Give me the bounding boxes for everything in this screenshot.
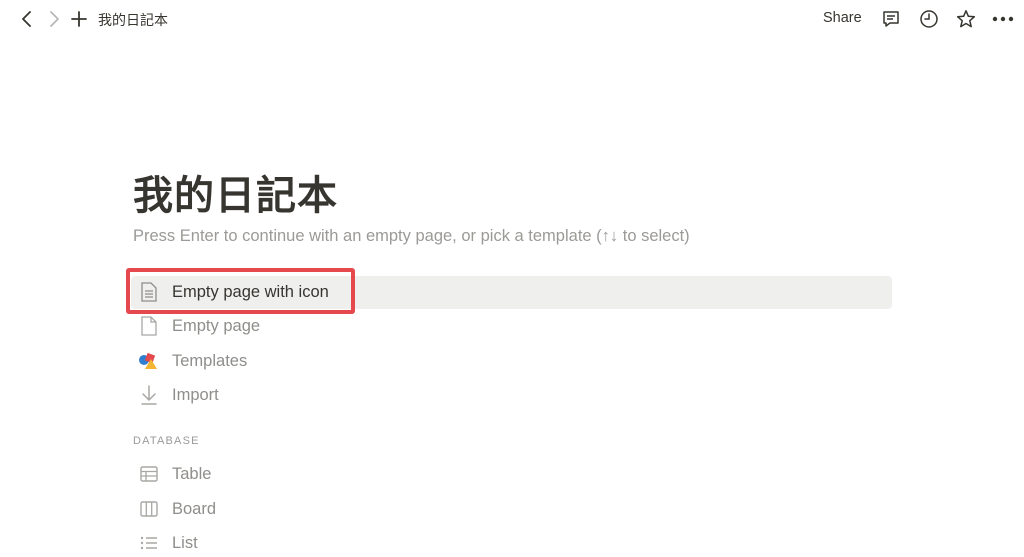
plus-icon[interactable] — [68, 8, 90, 30]
board-icon — [138, 498, 160, 520]
option-board[interactable]: Board — [138, 495, 216, 523]
breadcrumb-page-title[interactable]: 我的日記本 — [98, 10, 168, 30]
page-with-icon-icon — [138, 281, 160, 303]
import-icon — [138, 384, 160, 406]
page-title[interactable]: 我的日記本 — [133, 163, 338, 221]
option-label: Board — [172, 499, 217, 518]
option-import[interactable]: Import — [138, 381, 219, 409]
option-label: List — [172, 533, 198, 552]
option-templates[interactable]: Templates — [138, 347, 247, 375]
star-icon[interactable] — [955, 8, 977, 30]
option-label: Table — [172, 464, 212, 483]
back-icon[interactable] — [16, 8, 38, 30]
option-empty-page[interactable]: Empty page — [138, 312, 260, 340]
option-label: Templates — [172, 351, 248, 370]
option-table[interactable]: Table — [138, 460, 211, 488]
option-list[interactable]: List — [138, 529, 198, 557]
page-icon — [138, 315, 160, 337]
database-section-heading: DATABASE — [133, 435, 200, 447]
option-label: Empty page with icon — [172, 282, 329, 301]
forward-icon[interactable] — [43, 8, 65, 30]
more-icon[interactable] — [992, 8, 1014, 30]
list-icon — [138, 532, 160, 554]
comment-icon[interactable] — [880, 8, 902, 30]
option-label: Import — [172, 385, 219, 404]
templates-icon — [138, 350, 160, 372]
table-icon — [138, 463, 160, 485]
option-empty-page-with-icon[interactable]: Empty page with icon — [138, 278, 329, 306]
template-hint: Press Enter to continue with an empty pa… — [133, 227, 690, 245]
top-bar: 我的日記本 Share — [0, 0, 1024, 36]
share-button[interactable]: Share — [823, 10, 862, 26]
option-label: Empty page — [172, 316, 261, 335]
history-icon[interactable] — [918, 8, 940, 30]
